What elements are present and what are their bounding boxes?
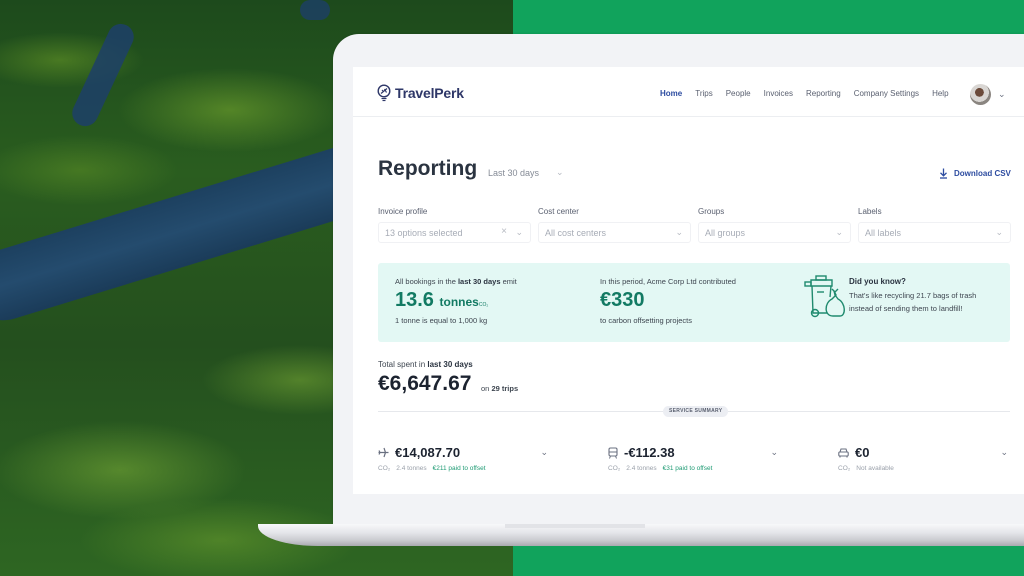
brand-name: TravelPerk <box>395 85 464 101</box>
service-summary-badge: SERVICE SUMMARY <box>663 406 729 417</box>
did-you-know-line2: instead of sending them to landfill! <box>849 304 963 313</box>
period-select[interactable]: Last 30 days <box>488 168 539 178</box>
did-you-know-line1: That's like recycling 21.7 bags of trash <box>849 291 977 300</box>
download-csv-label: Download CSV <box>954 169 1011 178</box>
car-icon <box>838 447 849 457</box>
emissions-summary: All bookings in the last 30 days emit 13… <box>395 277 517 325</box>
filter-labels: Labels All labels ⌄ <box>858 207 1011 243</box>
travelperk-logo-icon <box>377 84 391 102</box>
emissions-intro: All bookings in the last 30 days emit <box>395 277 517 286</box>
page-title: Reporting <box>378 157 478 180</box>
nav-people[interactable]: People <box>726 89 751 98</box>
river-branch <box>67 19 139 131</box>
download-csv-button[interactable]: Download CSV <box>939 168 1011 179</box>
app-screen: TravelPerk Home Trips People Invoices Re… <box>353 67 1024 494</box>
filter-value: All cost centers <box>545 227 607 238</box>
invoice-profile-select[interactable]: 13 options selected × ⌄ <box>378 222 531 243</box>
service-trains[interactable]: -€112.38 ⌄ CO₂ 2.4 tonnes €31 paid to of… <box>608 445 778 472</box>
filter-value: 13 options selected <box>385 227 463 238</box>
groups-select[interactable]: All groups ⌄ <box>698 222 851 243</box>
total-spent-label: Total spent in last 30 days <box>378 360 473 369</box>
laptop-hinge <box>505 524 645 528</box>
chevron-down-icon: ⌄ <box>995 227 1003 237</box>
cost-center-select[interactable]: All cost centers ⌄ <box>538 222 691 243</box>
contribution-intro: In this period, Acme Corp Ltd contribute… <box>600 277 736 286</box>
contribution-value: €330 <box>600 289 645 311</box>
filter-label: Labels <box>858 207 882 216</box>
filter-label: Invoice profile <box>378 207 428 216</box>
service-amount: €0 <box>855 445 870 460</box>
did-you-know: Did you know? That's like recycling 21.7… <box>849 277 976 315</box>
nav-trips[interactable]: Trips <box>695 89 712 98</box>
emissions-banner: All bookings in the last 30 days emit 13… <box>378 263 1010 342</box>
filter-value: All labels <box>865 227 902 238</box>
chevron-down-icon[interactable]: ⌄ <box>540 447 548 458</box>
service-meta: CO₂ 2.4 tonnes €211 paid to offset <box>378 465 486 472</box>
chevron-down-icon[interactable]: ⌄ <box>770 447 778 458</box>
filter-cost-center: Cost center All cost centers ⌄ <box>538 207 691 243</box>
top-navigation: TravelPerk Home Trips People Invoices Re… <box>353 67 1024 117</box>
download-icon <box>940 168 947 179</box>
recycling-bin-icon <box>804 275 845 318</box>
service-amount: -€112.38 <box>624 445 675 460</box>
contribution-note: to carbon offsetting projects <box>600 316 692 325</box>
service-meta: CO₂ Not available <box>838 465 894 472</box>
filter-invoice-profile: Invoice profile 13 options selected × ⌄ <box>378 207 531 243</box>
river-branch <box>300 0 330 20</box>
train-icon <box>608 446 618 459</box>
emissions-note: 1 tonne is equal to 1,000 kg <box>395 316 488 325</box>
total-trips: on 29 trips <box>481 384 519 393</box>
nav-links: Home Trips People Invoices Reporting Com… <box>660 89 949 98</box>
emissions-value: 13.6 tonnesCO₂ <box>395 289 489 311</box>
labels-select[interactable]: All labels ⌄ <box>858 222 1011 243</box>
filter-label: Cost center <box>538 207 579 216</box>
chevron-down-icon: ⌄ <box>515 227 523 237</box>
chevron-down-icon[interactable]: ⌄ <box>1000 447 1008 458</box>
chevron-down-icon[interactable]: ⌄ <box>556 167 564 178</box>
nav-reporting[interactable]: Reporting <box>806 89 841 98</box>
service-cars[interactable]: €0 ⌄ CO₂ Not available <box>838 445 1008 472</box>
service-amount: €14,087.70 <box>395 445 461 460</box>
nav-help[interactable]: Help <box>932 89 948 98</box>
chevron-down-icon[interactable]: ⌄ <box>998 89 1006 100</box>
service-meta: CO₂ 2.4 tonnes €31 paid to offset <box>608 465 713 472</box>
brand-logo[interactable]: TravelPerk <box>377 84 464 102</box>
nav-company-settings[interactable]: Company Settings <box>854 89 919 98</box>
chevron-down-icon: ⌄ <box>835 227 843 237</box>
nav-home[interactable]: Home <box>660 89 682 98</box>
filter-value: All groups <box>705 227 746 238</box>
user-avatar[interactable] <box>970 84 991 105</box>
service-flights[interactable]: €14,087.70 ⌄ CO₂ 2.4 tonnes €211 paid to… <box>378 445 548 472</box>
plane-icon <box>378 447 389 458</box>
total-spent-value: €6,647.67 <box>378 372 472 395</box>
contribution-summary: In this period, Acme Corp Ltd contribute… <box>600 277 736 325</box>
nav-invoices[interactable]: Invoices <box>764 89 793 98</box>
filter-label: Groups <box>698 207 725 216</box>
chevron-down-icon: ⌄ <box>675 227 683 237</box>
did-you-know-title: Did you know? <box>849 277 906 286</box>
clear-icon[interactable]: × <box>501 226 507 237</box>
filter-groups: Groups All groups ⌄ <box>698 207 851 243</box>
